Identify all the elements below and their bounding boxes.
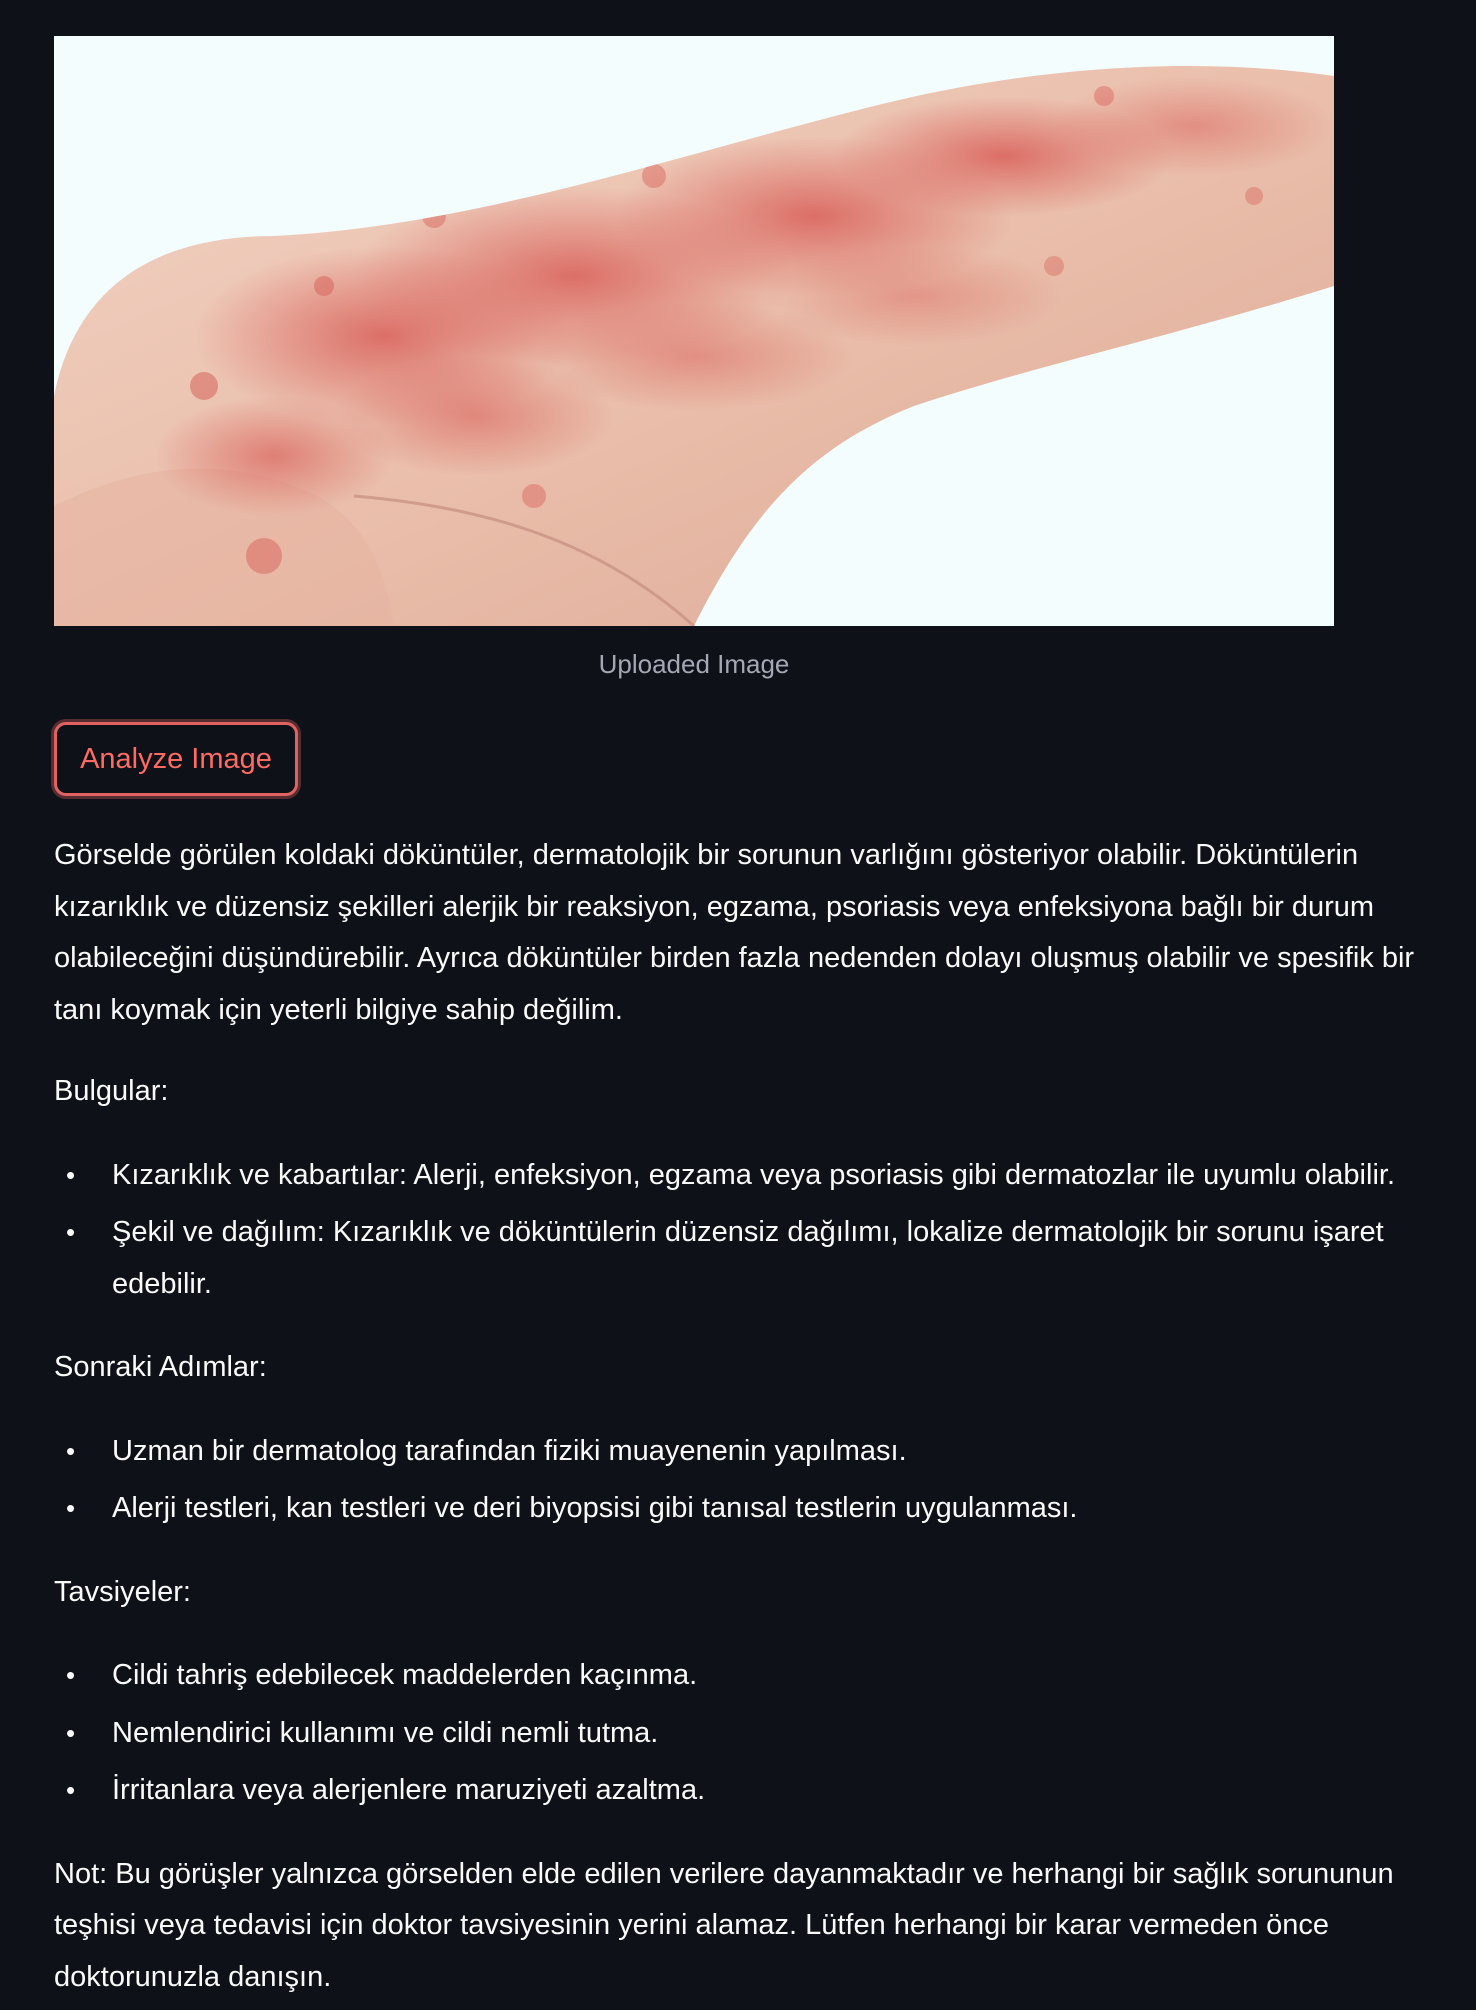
findings-heading: Bulgular: bbox=[54, 1075, 169, 1107]
uploaded-image bbox=[54, 36, 1334, 626]
list-item: Uzman bir dermatolog tarafından fiziki m… bbox=[66, 1426, 1444, 1478]
findings-list: Kızarıklık ve kabartılar: Alerji, enfeks… bbox=[54, 1150, 1444, 1311]
list-item: Alerji testleri, kan testleri ve deri bi… bbox=[66, 1483, 1444, 1535]
rash-arm-photo-icon bbox=[54, 36, 1334, 626]
analysis-result: Görselde görülen koldaki döküntüler, der… bbox=[54, 830, 1444, 2003]
next-steps-heading: Sonraki Adımlar: bbox=[54, 1351, 267, 1383]
result-intro: Görselde görülen koldaki döküntüler, der… bbox=[54, 839, 1415, 1026]
list-item: Nemlendirici kullanımı ve cildi nemli tu… bbox=[66, 1708, 1444, 1760]
list-item: İrritanlara veya alerjenlere maruziyeti … bbox=[66, 1765, 1444, 1817]
list-item: Şekil ve dağılım: Kızarıklık ve döküntül… bbox=[66, 1207, 1444, 1310]
recommendations-heading: Tavsiyeler: bbox=[54, 1575, 191, 1608]
analyze-image-button[interactable]: Analyze Image bbox=[54, 722, 298, 796]
list-item: Kızarıklık ve kabartılar: Alerji, enfeks… bbox=[66, 1150, 1444, 1202]
next-steps-list: Uzman bir dermatolog tarafından fiziki m… bbox=[54, 1426, 1444, 1535]
recommendations-list: Cildi tahriş edebilecek maddelerden kaçı… bbox=[54, 1650, 1444, 1817]
disclaimer-note: Not: Bu görüşler yalnızca görselden elde… bbox=[54, 1857, 1394, 1993]
list-item: Cildi tahriş edebilecek maddelerden kaçı… bbox=[66, 1650, 1444, 1702]
image-caption: Uploaded Image bbox=[598, 649, 790, 679]
